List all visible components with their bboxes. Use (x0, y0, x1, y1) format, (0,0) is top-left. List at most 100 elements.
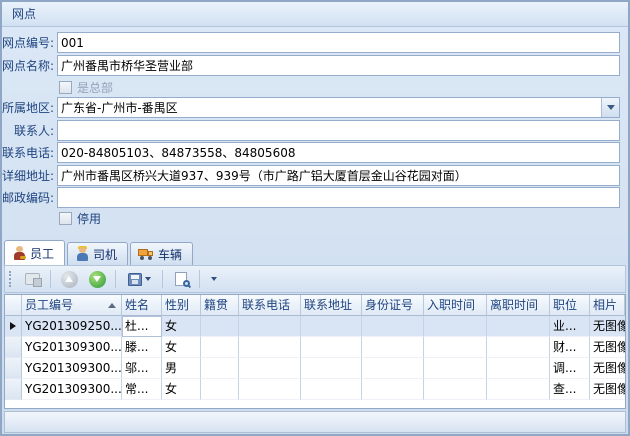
postal-code-label: 邮政编码: (2, 189, 57, 206)
save-button[interactable] (122, 268, 156, 290)
column-header-id-number[interactable]: 身份证号 (362, 295, 424, 316)
cell-gender[interactable]: 女 (162, 379, 201, 400)
branch-name-input[interactable] (57, 55, 620, 76)
region-row: 所属地区: (2, 97, 628, 118)
column-header-gender[interactable]: 性别 (162, 295, 201, 316)
cell-position[interactable]: 财... (550, 337, 590, 358)
branch-code-input[interactable] (57, 32, 620, 53)
tab-employees[interactable]: 员工 (4, 240, 65, 265)
tab-employees-label: 员工 (30, 245, 54, 262)
truck-icon (138, 248, 154, 260)
cell-photo[interactable]: 无图像 (590, 337, 625, 358)
address-input[interactable] (57, 165, 620, 186)
toolbar-grip-handle[interactable] (9, 271, 12, 287)
column-header-position[interactable]: 职位 (550, 295, 590, 316)
cell-hire-date[interactable] (424, 337, 487, 358)
cell-address[interactable] (301, 358, 362, 379)
row-indicator-cell (5, 337, 22, 358)
contact-person-input[interactable] (57, 120, 620, 141)
column-header-hire-date[interactable]: 入职时间 (424, 295, 487, 316)
cell-position[interactable]: 查... (550, 379, 590, 400)
tab-drivers[interactable]: 司机 (67, 242, 128, 265)
cell-employee-id[interactable]: YG201309300... (22, 337, 122, 358)
column-header-employee-id[interactable]: 员工编号 (22, 295, 122, 316)
cell-name[interactable]: 滕... (122, 337, 162, 358)
column-header-photo[interactable]: 相片 (590, 295, 625, 316)
cell-photo[interactable]: 无图像 (590, 316, 625, 337)
disabled-checkbox[interactable] (59, 212, 72, 225)
cell-position[interactable]: 调... (550, 358, 590, 379)
cell-hire-date[interactable] (424, 379, 487, 400)
cell-employee-id[interactable]: YG201309300... (22, 379, 122, 400)
branch-code-row: 网点编号: (2, 32, 628, 53)
cell-id-number[interactable] (362, 337, 424, 358)
cell-native-place[interactable] (201, 337, 239, 358)
contact-person-row: 联系人: (2, 120, 628, 141)
postal-code-input[interactable] (57, 187, 620, 208)
cell-name[interactable]: 常... (122, 379, 162, 400)
contact-phone-row: 联系电话: (2, 142, 628, 163)
cell-photo[interactable]: 无图像 (590, 379, 625, 400)
cell-leave-date[interactable] (487, 316, 550, 337)
cell-address[interactable] (301, 379, 362, 400)
cell-phone[interactable] (239, 358, 301, 379)
contact-phone-input[interactable] (57, 142, 620, 163)
contact-person-label: 联系人: (2, 122, 57, 139)
table-row[interactable]: YG201309250... 杜... 女 业... 无图像 (5, 316, 625, 337)
region-combobox (57, 97, 620, 118)
cell-id-number[interactable] (362, 379, 424, 400)
tab-vehicles[interactable]: 车辆 (130, 242, 193, 265)
cell-name[interactable]: 杜... (122, 316, 162, 337)
region-label: 所属地区: (2, 99, 57, 116)
region-input[interactable] (57, 97, 620, 118)
cell-leave-date[interactable] (487, 358, 550, 379)
cell-gender[interactable]: 男 (162, 358, 201, 379)
cell-leave-date[interactable] (487, 337, 550, 358)
cell-employee-id[interactable]: YG201309250... (22, 316, 122, 337)
cell-gender[interactable]: 女 (162, 316, 201, 337)
region-dropdown-button[interactable] (601, 98, 619, 117)
detail-view-button[interactable] (20, 268, 44, 290)
cell-leave-date[interactable] (487, 379, 550, 400)
cell-native-place[interactable] (201, 379, 239, 400)
cell-id-number[interactable] (362, 358, 424, 379)
cell-native-place[interactable] (201, 358, 239, 379)
column-header-leave-date[interactable]: 离职时间 (487, 295, 550, 316)
cell-hire-date[interactable] (424, 316, 487, 337)
grid-header-row: 员工编号 姓名 性别 籍贯 联系电话 联系地址 身份证号 入职时间 离职时间 职… (5, 295, 625, 316)
driver-icon (75, 247, 89, 261)
cell-hire-date[interactable] (424, 358, 487, 379)
chevron-down-icon (607, 105, 615, 110)
cell-id-number[interactable] (362, 316, 424, 337)
current-row-arrow-icon (10, 322, 16, 330)
column-header-phone[interactable]: 联系电话 (239, 295, 301, 316)
address-label: 详细地址: (2, 167, 57, 184)
current-row-indicator-cell (5, 316, 22, 337)
cell-address[interactable] (301, 316, 362, 337)
cell-photo[interactable]: 无图像 (590, 358, 625, 379)
table-row[interactable]: YG201309300... 常... 女 查... 无图像 (5, 379, 625, 400)
move-down-button[interactable] (85, 268, 109, 290)
table-row[interactable]: YG201309300... 邬... 男 调... 无图像 (5, 358, 625, 379)
cell-phone[interactable] (239, 379, 301, 400)
column-header-address[interactable]: 联系地址 (301, 295, 362, 316)
disabled-label: 停用 (77, 210, 101, 227)
cell-phone[interactable] (239, 337, 301, 358)
cell-position[interactable]: 业... (550, 316, 590, 337)
cell-employee-id[interactable]: YG201309300... (22, 358, 122, 379)
is-headquarters-checkbox[interactable] (59, 81, 72, 94)
cell-address[interactable] (301, 337, 362, 358)
toolbar-overflow-button[interactable] (206, 268, 222, 290)
branch-window: 网点 网点编号: 网点名称: 是总部 所属地区: 联系人: 联系电话: 详细地址… (0, 0, 630, 436)
column-header-native-place[interactable]: 籍贯 (201, 295, 239, 316)
cell-gender[interactable]: 女 (162, 337, 201, 358)
grid-corner-cell (5, 295, 22, 316)
column-header-name[interactable]: 姓名 (122, 295, 162, 316)
cell-native-place[interactable] (201, 316, 239, 337)
cell-name[interactable]: 邬... (122, 358, 162, 379)
print-preview-button[interactable] (169, 268, 193, 290)
move-up-button[interactable] (57, 268, 81, 290)
save-icon (128, 273, 142, 286)
table-row[interactable]: YG201309300... 滕... 女 财... 无图像 (5, 337, 625, 358)
cell-phone[interactable] (239, 316, 301, 337)
